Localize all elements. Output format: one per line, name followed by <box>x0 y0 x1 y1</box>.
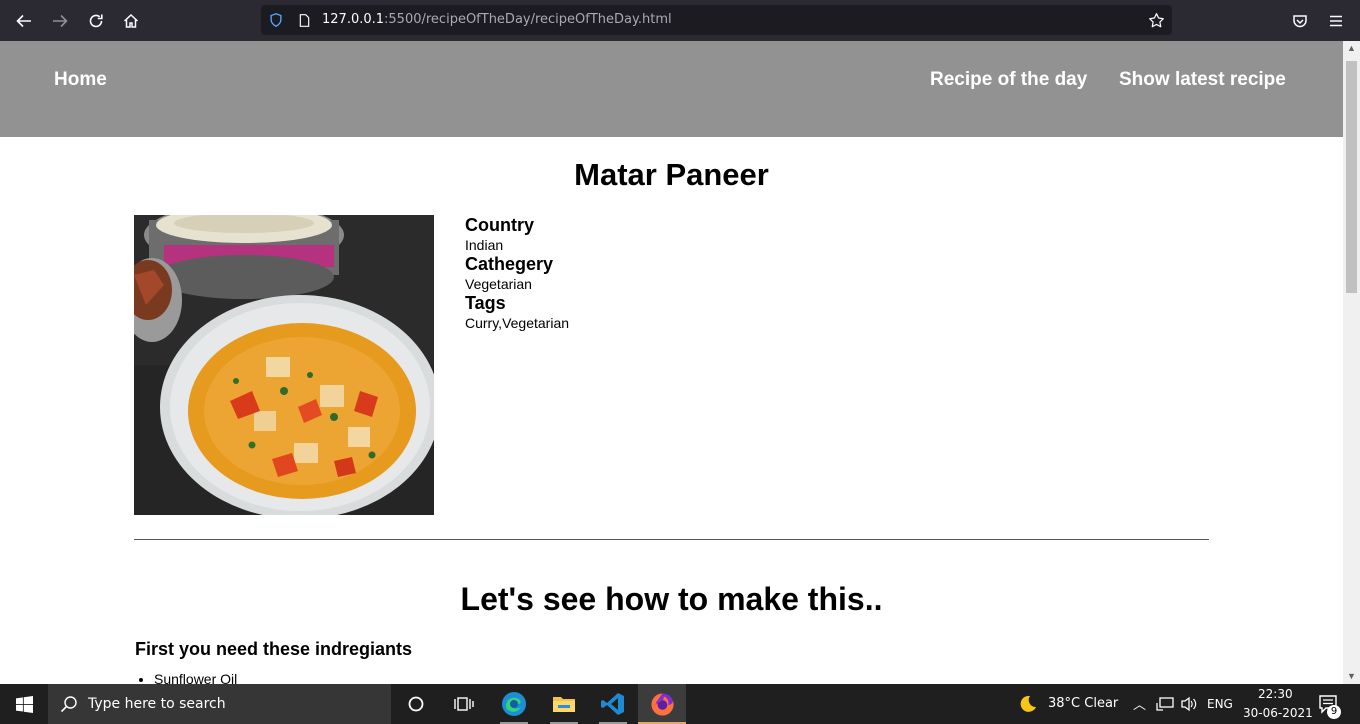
page-scrollbar[interactable]: ▲ ▼ <box>1343 41 1360 684</box>
tags-label: Tags <box>465 293 506 313</box>
home-icon[interactable] <box>118 8 144 34</box>
task-view-icon[interactable] <box>440 684 488 724</box>
pocket-icon[interactable] <box>1287 8 1313 34</box>
ingredients-heading: First you need these indregiants <box>135 639 413 659</box>
category-value: Vegetarian <box>465 276 532 292</box>
instructions-heading: Let's see how to make this.. <box>460 581 883 617</box>
scroll-down-arrow-icon[interactable]: ▼ <box>1347 672 1356 681</box>
tags-value: Curry,Vegetarian <box>465 315 570 331</box>
ingredient-item: Sunflower Oil <box>154 671 237 684</box>
scroll-thumb[interactable] <box>1346 61 1357 293</box>
volume-icon[interactable] <box>1180 696 1198 716</box>
notification-count-badge: 9 <box>1327 705 1341 719</box>
site-navbar: Home Recipe of the day Show latest recip… <box>0 41 1343 137</box>
category-label: Cathegery <box>465 254 554 274</box>
firefox-icon[interactable] <box>638 684 686 724</box>
vscode-icon[interactable] <box>589 684 637 724</box>
url-host: 127.0.0.1 <box>322 12 385 27</box>
recipe-photo <box>134 215 434 515</box>
tray-overflow-chevron-icon[interactable]: ︿ <box>1133 694 1146 713</box>
language-indicator[interactable]: ENG <box>1207 697 1233 711</box>
nav-home-link[interactable]: Home <box>54 69 107 91</box>
nav-recipe-of-day-link[interactable]: Recipe of the day <box>930 69 1087 91</box>
scroll-up-arrow-icon[interactable]: ▲ <box>1347 44 1356 53</box>
url-text[interactable]: 127.0.0.1:5500/recipeOfTheDay/recipeOfTh… <box>322 12 672 27</box>
url-path: :5500/recipeOfTheDay/recipeOfTheDay.html <box>384 12 672 27</box>
weather-text[interactable]: 38°C Clear <box>1048 696 1118 711</box>
search-icon <box>60 695 78 717</box>
file-explorer-icon[interactable] <box>540 684 588 724</box>
search-placeholder: Type here to search <box>88 696 226 712</box>
recipe-title: Matar Paneer <box>574 157 769 192</box>
nav-latest-recipe-link[interactable]: Show latest recipe <box>1119 69 1286 91</box>
edge-browser-icon[interactable] <box>490 684 538 724</box>
bookmark-star-icon[interactable] <box>1147 11 1165 29</box>
forward-icon[interactable] <box>47 8 73 34</box>
country-value: Indian <box>465 237 504 253</box>
windows-start-icon[interactable] <box>0 684 48 724</box>
country-label: Country <box>465 215 534 235</box>
browser-toolbar: 127.0.0.1:5500/recipeOfTheDay/recipeOfTh… <box>0 0 1360 41</box>
reload-icon[interactable] <box>83 8 109 34</box>
page-viewport: Home Recipe of the day Show latest recip… <box>0 41 1343 684</box>
ingredients-list: Sunflower Oil <box>154 671 237 684</box>
recipe-info: Country Indian Cathegery Vegetarian Tags… <box>465 215 569 332</box>
clock-date[interactable]: 30-06-2021 <box>1243 706 1313 720</box>
shield-icon[interactable] <box>267 11 285 29</box>
recipe-image <box>134 215 434 515</box>
back-icon[interactable] <box>11 8 37 34</box>
url-bar[interactable]: 127.0.0.1:5500/recipeOfTheDay/recipeOfTh… <box>261 5 1172 35</box>
clock-time[interactable]: 22:30 <box>1258 687 1293 701</box>
page-icon <box>295 11 313 29</box>
taskbar-search-box[interactable]: Type here to search <box>48 684 391 724</box>
network-icon[interactable] <box>1156 696 1174 716</box>
weather-moon-icon[interactable] <box>1017 694 1037 718</box>
cortana-icon[interactable] <box>392 684 440 724</box>
menu-icon[interactable] <box>1323 8 1349 34</box>
section-divider <box>134 539 1209 540</box>
taskbar: Type here to search 38°C Clear ︿ ENG 22:… <box>0 684 1360 724</box>
